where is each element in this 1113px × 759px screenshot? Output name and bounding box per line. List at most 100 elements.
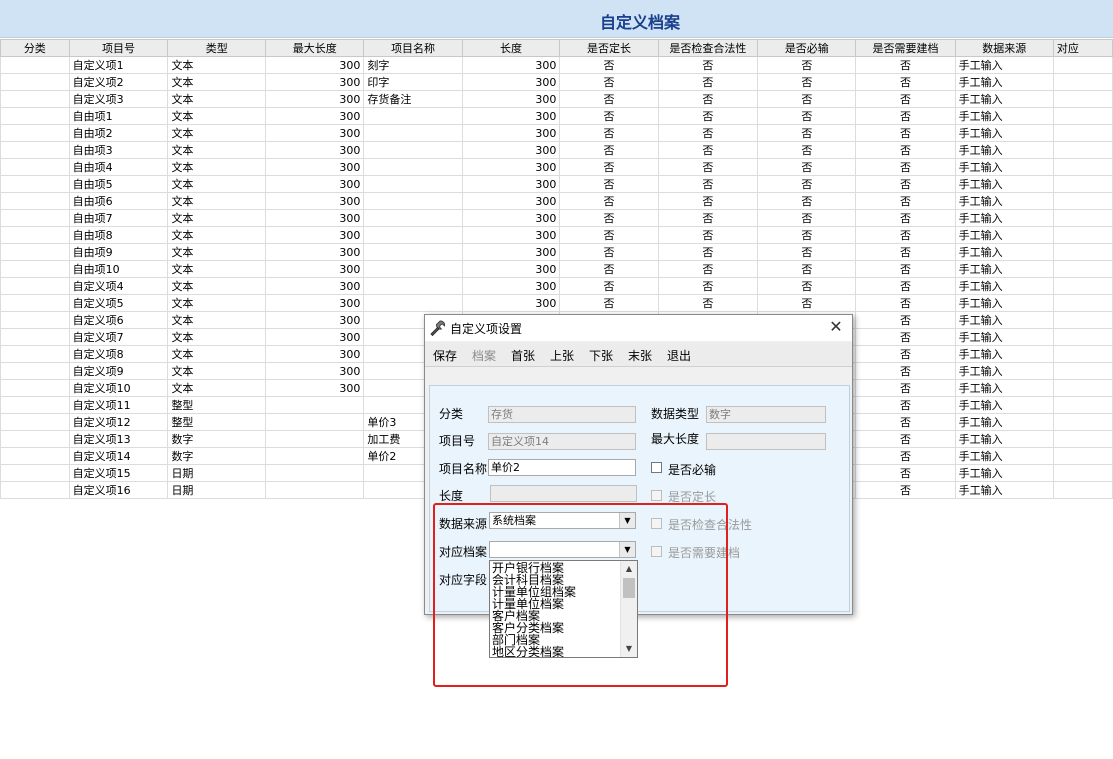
cell-category[interactable] [0,260,70,278]
cell-length[interactable]: 300 [461,175,561,193]
cell-need-archive[interactable]: 否 [855,396,956,414]
col-header-item-no[interactable]: 项目号 [68,39,169,57]
cell-check-validity[interactable]: 否 [657,243,759,261]
cell-item-no[interactable]: 自由项9 [68,243,169,261]
cell-need-archive[interactable]: 否 [855,243,956,261]
cell-corresponding[interactable] [1052,226,1113,244]
cell-corresponding[interactable] [1052,243,1113,261]
cell-data-source[interactable]: 手工输入 [954,175,1054,193]
cell-fixed-length[interactable]: 否 [559,90,659,108]
cell-data-source[interactable]: 手工输入 [954,56,1054,74]
table-row[interactable]: 自由项8 文本 300 300 否否否否手工输入 [0,226,1113,244]
col-header-max-length[interactable]: 最大长度 [265,39,365,57]
cell-data-source[interactable]: 手工输入 [954,430,1054,448]
cell-check-validity[interactable]: 否 [657,56,759,74]
cell-category[interactable] [0,396,70,414]
cell-corresponding[interactable] [1052,260,1113,278]
cell-need-archive[interactable]: 否 [855,175,956,193]
cell-data-source[interactable]: 手工输入 [954,192,1054,210]
cell-required[interactable]: 否 [757,260,857,278]
cell-corresponding[interactable] [1052,447,1113,465]
cell-check-validity[interactable]: 否 [657,175,759,193]
cell-type[interactable]: 文本 [167,56,267,74]
cell-corresponding[interactable] [1052,141,1113,159]
col-header-data-source[interactable]: 数据来源 [954,39,1054,57]
cell-check-validity[interactable]: 否 [657,209,759,227]
cell-item-name[interactable] [363,226,463,244]
cell-fixed-length[interactable]: 否 [559,175,659,193]
cell-corresponding[interactable] [1052,328,1113,346]
col-header-length[interactable]: 长度 [461,39,561,57]
cell-need-archive[interactable]: 否 [855,345,956,363]
cell-item-no[interactable]: 自定义项1 [68,56,169,74]
cell-corresponding[interactable] [1052,192,1113,210]
cell-max-length[interactable]: 300 [265,90,365,108]
cell-item-no[interactable]: 自定义项10 [68,379,169,397]
cell-fixed-length[interactable]: 否 [559,56,659,74]
cell-category[interactable] [0,192,70,210]
cell-category[interactable] [0,379,70,397]
cell-category[interactable] [0,56,70,74]
cell-required[interactable]: 否 [757,209,857,227]
first-record-button[interactable]: 首张 [511,347,535,364]
cell-item-name[interactable] [363,158,463,176]
cell-check-validity[interactable]: 否 [657,277,759,295]
cell-item-name[interactable]: 印字 [363,73,463,91]
cell-required[interactable]: 否 [757,141,857,159]
cell-item-name[interactable] [363,107,463,125]
cell-data-source[interactable]: 手工输入 [954,328,1054,346]
cell-max-length[interactable]: 300 [265,141,365,159]
cell-need-archive[interactable]: 否 [855,362,956,380]
cell-required[interactable]: 否 [757,158,857,176]
cell-data-source[interactable]: 手工输入 [954,379,1054,397]
cell-category[interactable] [0,345,70,363]
cell-type[interactable]: 文本 [167,243,267,261]
cell-item-no[interactable]: 自定义项15 [68,464,169,482]
cell-required[interactable]: 否 [757,124,857,142]
cell-fixed-length[interactable]: 否 [559,107,659,125]
cell-fixed-length[interactable]: 否 [559,158,659,176]
cell-corresponding[interactable] [1052,481,1113,499]
max-length-field[interactable] [706,433,826,450]
required-checkbox[interactable] [651,462,662,473]
cell-required[interactable]: 否 [757,175,857,193]
cell-data-source[interactable]: 手工输入 [954,396,1054,414]
cell-type[interactable]: 文本 [167,209,267,227]
cell-required[interactable]: 否 [757,192,857,210]
exit-button[interactable]: 退出 [667,347,691,364]
cell-max-length[interactable]: 300 [265,226,365,244]
cell-category[interactable] [0,73,70,91]
cell-item-name[interactable] [363,175,463,193]
cell-item-no[interactable]: 自由项7 [68,209,169,227]
cell-category[interactable] [0,124,70,142]
cell-item-no[interactable]: 自定义项12 [68,413,169,431]
cell-item-no[interactable]: 自由项1 [68,107,169,125]
cell-category[interactable] [0,413,70,431]
cell-item-no[interactable]: 自由项5 [68,175,169,193]
cell-check-validity[interactable]: 否 [657,226,759,244]
cell-item-no[interactable]: 自由项2 [68,124,169,142]
cell-max-length[interactable]: 300 [265,107,365,125]
cell-corresponding[interactable] [1052,73,1113,91]
table-row[interactable]: 自由项6 文本 300 300 否否否否手工输入 [0,192,1113,210]
cell-category[interactable] [0,209,70,227]
cell-check-validity[interactable]: 否 [657,141,759,159]
cell-required[interactable]: 否 [757,107,857,125]
table-row[interactable]: 自由项10 文本 300 300 否否否否手工输入 [0,260,1113,278]
col-header-category[interactable]: 分类 [0,39,70,57]
cell-need-archive[interactable]: 否 [855,209,956,227]
cell-fixed-length[interactable]: 否 [559,243,659,261]
cell-item-no[interactable]: 自定义项3 [68,90,169,108]
cell-max-length[interactable] [265,464,365,482]
table-row[interactable]: 自定义项5 文本 300 300 否否否否手工输入 [0,294,1113,312]
cell-category[interactable] [0,362,70,380]
cell-data-source[interactable]: 手工输入 [954,481,1054,499]
cell-category[interactable] [0,430,70,448]
cell-data-source[interactable]: 手工输入 [954,345,1054,363]
cell-corresponding[interactable] [1052,362,1113,380]
col-header-fixed-length[interactable]: 是否定长 [559,39,659,57]
cell-length[interactable]: 300 [461,243,561,261]
cell-check-validity[interactable]: 否 [657,90,759,108]
cell-required[interactable]: 否 [757,294,857,312]
cell-length[interactable]: 300 [461,141,561,159]
